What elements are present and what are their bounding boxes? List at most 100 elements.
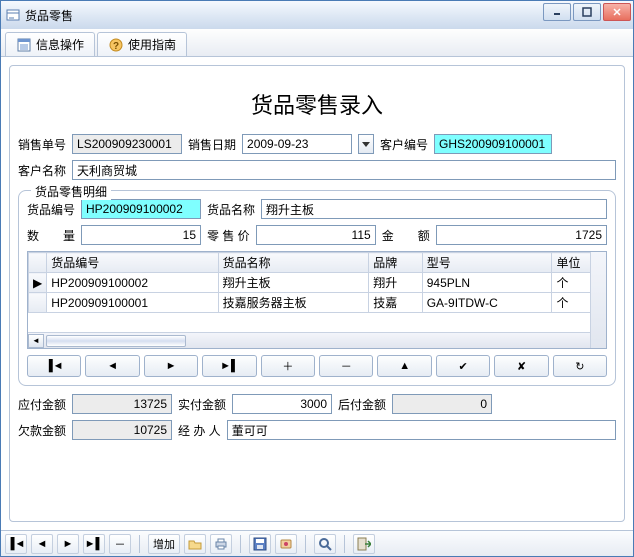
plus-icon: ＋ <box>282 358 293 374</box>
col-model[interactable]: 型号 <box>422 253 552 273</box>
last-icon: ►▌ <box>220 360 239 372</box>
refresh-icon: ↻ <box>575 360 584 373</box>
nav-refresh-button[interactable]: ↻ <box>553 355 607 377</box>
prev-icon: ◄ <box>107 360 118 372</box>
table-row[interactable]: ▶ HP200909100002 翔升主板 翔升 945PLN 个 <box>29 273 606 293</box>
nav-add-button[interactable]: ＋ <box>261 355 315 377</box>
tb-prev-button[interactable]: ◄ <box>31 534 53 554</box>
col-brand[interactable]: 品牌 <box>369 253 422 273</box>
nav-next-button[interactable]: ► <box>144 355 198 377</box>
prod-no-field[interactable] <box>81 199 201 219</box>
debt-label: 欠款金额 <box>18 422 66 439</box>
detail-table[interactable]: 货品编号 货品名称 品牌 型号 单位 ▶ HP200909100002 <box>27 251 607 349</box>
tab-label: 信息操作 <box>36 36 84 53</box>
amount-label: 金 额 <box>382 227 430 244</box>
folder-open-icon <box>188 538 202 550</box>
tb-next-button[interactable]: ► <box>57 534 79 554</box>
tb-open-button[interactable] <box>184 534 206 554</box>
form-icon <box>16 37 32 53</box>
toolbar-separator <box>305 535 306 553</box>
cust-name-label: 客户名称 <box>18 162 66 179</box>
app-icon <box>5 7 21 23</box>
close-button[interactable] <box>603 3 631 21</box>
page-title: 货品零售录入 <box>18 72 616 134</box>
handler-field[interactable] <box>227 420 616 440</box>
minimize-button[interactable] <box>543 3 571 21</box>
nav-prev-button[interactable]: ◄ <box>85 355 139 377</box>
table-row[interactable]: HP200909100001 技嘉服务器主板 技嘉 GA-9ITDW-C 个 <box>29 293 606 313</box>
window-title: 货品零售 <box>25 7 73 24</box>
toolbar-separator <box>344 535 345 553</box>
tab-bar: 信息操作 ? 使用指南 <box>1 29 633 57</box>
tab-help-guide[interactable]: ? 使用指南 <box>97 32 187 56</box>
debt-field <box>72 420 172 440</box>
cust-no-label: 客户编号 <box>380 136 428 153</box>
check-icon: ✔ <box>458 360 467 373</box>
nav-first-button[interactable]: ▐◄ <box>27 355 81 377</box>
minus-icon: － <box>115 536 126 552</box>
vertical-scrollbar[interactable] <box>590 252 606 348</box>
tb-stamp-button[interactable] <box>275 534 297 554</box>
stamp-icon <box>279 537 293 551</box>
due-label: 应付金额 <box>18 396 66 413</box>
tb-delete-button[interactable]: － <box>109 534 131 554</box>
next-icon: ► <box>166 360 177 372</box>
prev-icon: ◄ <box>37 538 48 550</box>
svg-text:?: ? <box>113 41 119 52</box>
order-no-field <box>72 134 182 154</box>
nav-delete-button[interactable]: － <box>319 355 373 377</box>
prod-name-field[interactable] <box>261 199 607 219</box>
tab-info-operate[interactable]: 信息操作 <box>5 32 95 56</box>
cust-name-field[interactable] <box>72 160 616 180</box>
nav-post-button[interactable]: ✔ <box>436 355 490 377</box>
due-field <box>72 394 172 414</box>
col-prod-no[interactable]: 货品编号 <box>47 253 218 273</box>
price-field[interactable] <box>256 225 376 245</box>
scroll-thumb[interactable] <box>46 335 186 347</box>
scroll-left-icon[interactable]: ◄ <box>28 334 44 348</box>
tb-add-button[interactable]: 增加 <box>148 534 180 554</box>
add-label: 增加 <box>153 536 175 552</box>
toolbar-separator <box>240 535 241 553</box>
search-icon <box>318 537 332 551</box>
horizontal-scrollbar[interactable]: ◄ <box>28 332 590 348</box>
tb-last-button[interactable]: ►▌ <box>83 534 105 554</box>
prod-no-label: 货品编号 <box>27 201 75 218</box>
x-icon: ✘ <box>517 360 526 373</box>
tb-search-button[interactable] <box>314 534 336 554</box>
date-field[interactable] <box>242 134 352 154</box>
tb-first-button[interactable]: ▐◄ <box>5 534 27 554</box>
price-label: 零 售 价 <box>207 227 250 244</box>
detail-legend: 货品零售明细 <box>31 183 111 200</box>
col-prod-name[interactable]: 货品名称 <box>218 253 369 273</box>
first-icon: ▐◄ <box>7 538 26 550</box>
first-icon: ▐◄ <box>45 360 64 372</box>
amount-field[interactable] <box>436 225 607 245</box>
order-no-label: 销售单号 <box>18 136 66 153</box>
qty-label: 数 量 <box>27 227 75 244</box>
current-row-indicator-icon: ▶ <box>29 273 47 293</box>
later-field <box>392 394 492 414</box>
qty-field[interactable] <box>81 225 201 245</box>
tb-exit-button[interactable] <box>353 534 375 554</box>
nav-last-button[interactable]: ►▌ <box>202 355 256 377</box>
paid-field[interactable] <box>232 394 332 414</box>
row-header-col <box>29 253 47 273</box>
edit-icon: ▲ <box>399 360 410 372</box>
cust-no-field[interactable] <box>434 134 552 154</box>
print-icon <box>214 538 228 550</box>
handler-label: 经 办 人 <box>178 422 221 439</box>
toolbar-separator <box>139 535 140 553</box>
tb-save-button[interactable] <box>249 534 271 554</box>
tb-print-button[interactable] <box>210 534 232 554</box>
date-label: 销售日期 <box>188 136 236 153</box>
last-icon: ►▌ <box>85 538 104 550</box>
nav-edit-button[interactable]: ▲ <box>377 355 431 377</box>
date-dropdown-icon[interactable] <box>358 134 374 154</box>
detail-fieldset: 货品零售明细 货品编号 货品名称 数 量 零 售 价 金 额 <box>18 190 616 386</box>
paid-label: 实付金额 <box>178 396 226 413</box>
bottom-toolbar: ▐◄ ◄ ► ►▌ － 增加 <box>1 530 633 556</box>
nav-cancel-button[interactable]: ✘ <box>494 355 548 377</box>
maximize-button[interactable] <box>573 3 601 21</box>
next-icon: ► <box>63 538 74 550</box>
